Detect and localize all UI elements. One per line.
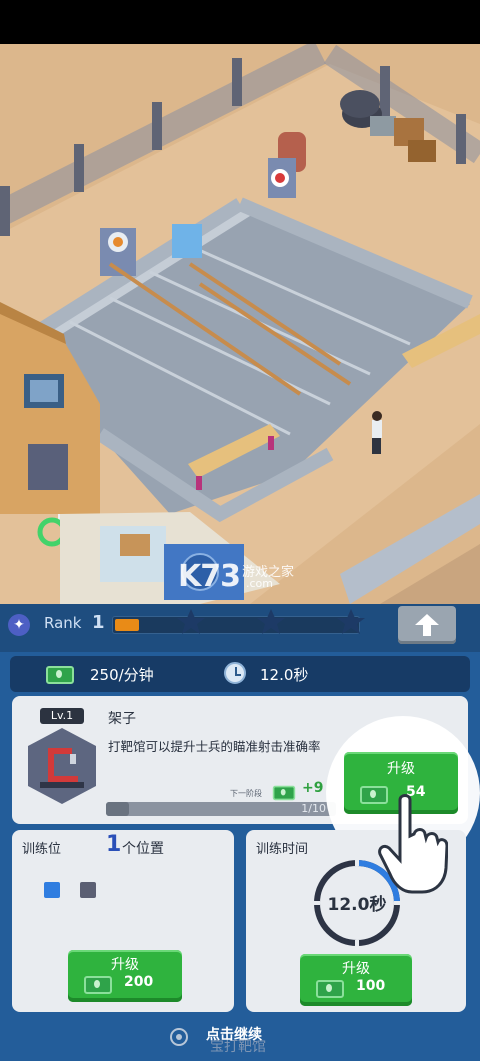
training-slots-card: 训练位 1 个位置 升级 200 bbox=[12, 830, 234, 1012]
rank-progress-fill bbox=[115, 619, 139, 631]
slot-locked bbox=[80, 882, 96, 898]
star-icon bbox=[257, 609, 285, 634]
upgrade-time-button[interactable]: 升级 100 bbox=[300, 954, 412, 1006]
next-stage-label: 下一阶段 bbox=[230, 789, 262, 798]
upgrade-cost: 100 bbox=[356, 978, 386, 994]
upgrade-label: 升级 bbox=[111, 957, 139, 973]
rank-emblem-icon: ✦ bbox=[8, 614, 30, 636]
continue-label[interactable]: 点击继续 bbox=[206, 1024, 262, 1044]
building-upgrade-panel: ✦ Rank 1 250/分钟 12.0秒 Lv.1 架子 打靶馆可以提升士兵的… bbox=[0, 604, 480, 1061]
watermark-brand: K73 bbox=[178, 559, 241, 594]
tutorial-hand-pointer-icon bbox=[378, 794, 448, 894]
arrow-up-icon bbox=[415, 614, 439, 636]
target-icon bbox=[170, 1028, 188, 1046]
item-name: 架子 bbox=[108, 711, 136, 727]
weapon-rack-icon bbox=[28, 728, 96, 804]
status-bar bbox=[0, 0, 480, 44]
rank-up-button[interactable] bbox=[398, 606, 456, 644]
next-stage-bonus: +9 bbox=[302, 780, 324, 796]
watermark-site-domain: .com bbox=[246, 577, 273, 590]
item-level-badge: Lv.1 bbox=[40, 708, 84, 724]
item-progress-bar: 1/10 bbox=[106, 802, 336, 816]
upgrade-slots-button[interactable]: 升级 200 bbox=[68, 950, 182, 1002]
rank-label: Rank bbox=[44, 614, 82, 632]
upgrade-label: 升级 bbox=[342, 961, 370, 977]
training-slots-unit: 个位置 bbox=[122, 841, 164, 857]
continue-bar[interactable]: 宝打靶馆 点击继续 bbox=[0, 1014, 480, 1061]
rank-bar: ✦ Rank 1 bbox=[0, 604, 480, 652]
cash-icon bbox=[46, 666, 74, 684]
rank-value: 1 bbox=[92, 612, 105, 633]
training-time-value: 12.0秒 bbox=[260, 666, 309, 684]
training-slots-count: 1 bbox=[106, 832, 122, 857]
rank-progress-bar bbox=[112, 616, 360, 634]
income-rate: 250/分钟 bbox=[90, 666, 154, 684]
clock-icon bbox=[224, 662, 246, 684]
upgrade-cost: 200 bbox=[124, 974, 154, 990]
upgrade-label: 升级 bbox=[387, 761, 415, 777]
slot-active bbox=[44, 882, 60, 898]
cash-icon bbox=[84, 976, 112, 994]
training-time-title: 训练时间 bbox=[256, 842, 309, 857]
star-icon bbox=[177, 609, 205, 634]
cash-icon bbox=[316, 980, 344, 998]
training-slots-title: 训练位 bbox=[22, 842, 62, 857]
income-time-bar: 250/分钟 12.0秒 bbox=[10, 656, 470, 692]
item-description: 打靶馆可以提升士兵的瞄准射击准确率 bbox=[108, 739, 321, 754]
cash-icon bbox=[272, 785, 296, 801]
item-progress-fill bbox=[106, 802, 129, 816]
item-progress-text: 1/10 bbox=[301, 802, 326, 815]
game-scene[interactable]: K73 游戏之家 .com bbox=[0, 44, 480, 604]
star-icon bbox=[337, 609, 365, 634]
watermark-logo: K73 游戏之家 .com bbox=[178, 559, 318, 595]
